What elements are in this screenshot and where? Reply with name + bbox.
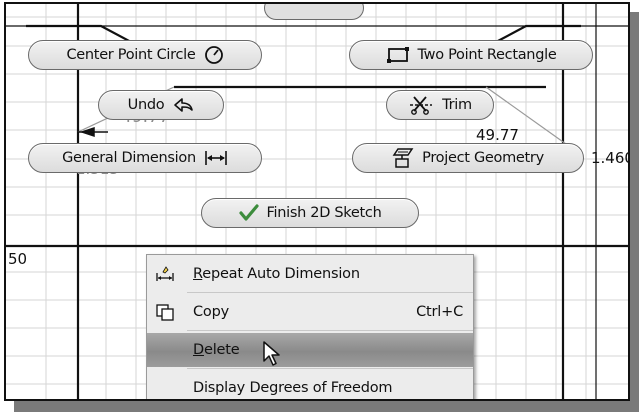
menu-item-label: Repeat Auto Dimension — [193, 266, 360, 282]
menu-item-label: Copy — [193, 304, 229, 320]
undo-icon — [172, 96, 194, 114]
menu-item-delete[interactable]: Delete — [147, 333, 473, 367]
project-geometry-button[interactable]: Project Geometry — [352, 143, 584, 173]
center-point-circle-label: Center Point Circle — [66, 47, 196, 63]
checkmark-icon — [238, 204, 259, 222]
copy-icon — [155, 303, 175, 321]
partial-menu-pill[interactable] — [264, 4, 364, 20]
menu-separator — [187, 330, 473, 331]
menu-item-label: Delete — [193, 342, 240, 358]
sketch-window: 49.77 1.515 Center Point Circle Two Poin… — [4, 2, 630, 401]
menu-separator — [187, 368, 473, 369]
mouse-cursor-icon — [263, 341, 280, 366]
center-point-circle-icon — [204, 45, 224, 65]
dimension-value: 1.460 — [591, 149, 630, 167]
undo-label: Undo — [127, 97, 165, 113]
finish-2d-sketch-label: Finish 2D Sketch — [266, 205, 382, 221]
repeat-auto-dimension-icon — [155, 265, 175, 283]
two-point-rectangle-button[interactable]: Two Point Rectangle — [349, 40, 593, 70]
general-dimension-icon — [204, 149, 228, 167]
project-geometry-label: Project Geometry — [422, 150, 544, 166]
two-point-rectangle-label: Two Point Rectangle — [417, 47, 557, 63]
trim-label: Trim — [442, 97, 472, 113]
menu-item-display-degrees-of-freedom[interactable]: Display Degrees of Freedom — [147, 371, 473, 399]
menu-item-label: Display Degrees of Freedom — [193, 380, 393, 396]
trim-button[interactable]: Trim — [386, 90, 494, 120]
undo-button[interactable]: Undo — [98, 90, 224, 120]
general-dimension-label: General Dimension — [62, 150, 196, 166]
dimension-value: 49.77 — [476, 126, 519, 144]
menu-item-copy[interactable]: Copy Ctrl+C — [147, 295, 473, 329]
trim-icon — [408, 95, 434, 115]
dimension-marker — [78, 126, 108, 138]
two-point-rectangle-icon — [386, 46, 410, 64]
menu-item-shortcut: Ctrl+C — [416, 304, 463, 320]
center-point-circle-button[interactable]: Center Point Circle — [28, 40, 262, 70]
finish-2d-sketch-button[interactable]: Finish 2D Sketch — [201, 198, 419, 228]
context-menu: Repeat Auto Dimension Copy Ctrl+C Delete… — [146, 254, 474, 399]
project-geometry-icon — [392, 147, 414, 169]
menu-separator — [187, 292, 473, 293]
partial-dimension-value: 50 — [8, 250, 28, 268]
general-dimension-button[interactable]: General Dimension — [28, 143, 262, 173]
menu-item-repeat-auto-dimension[interactable]: Repeat Auto Dimension — [147, 257, 473, 291]
